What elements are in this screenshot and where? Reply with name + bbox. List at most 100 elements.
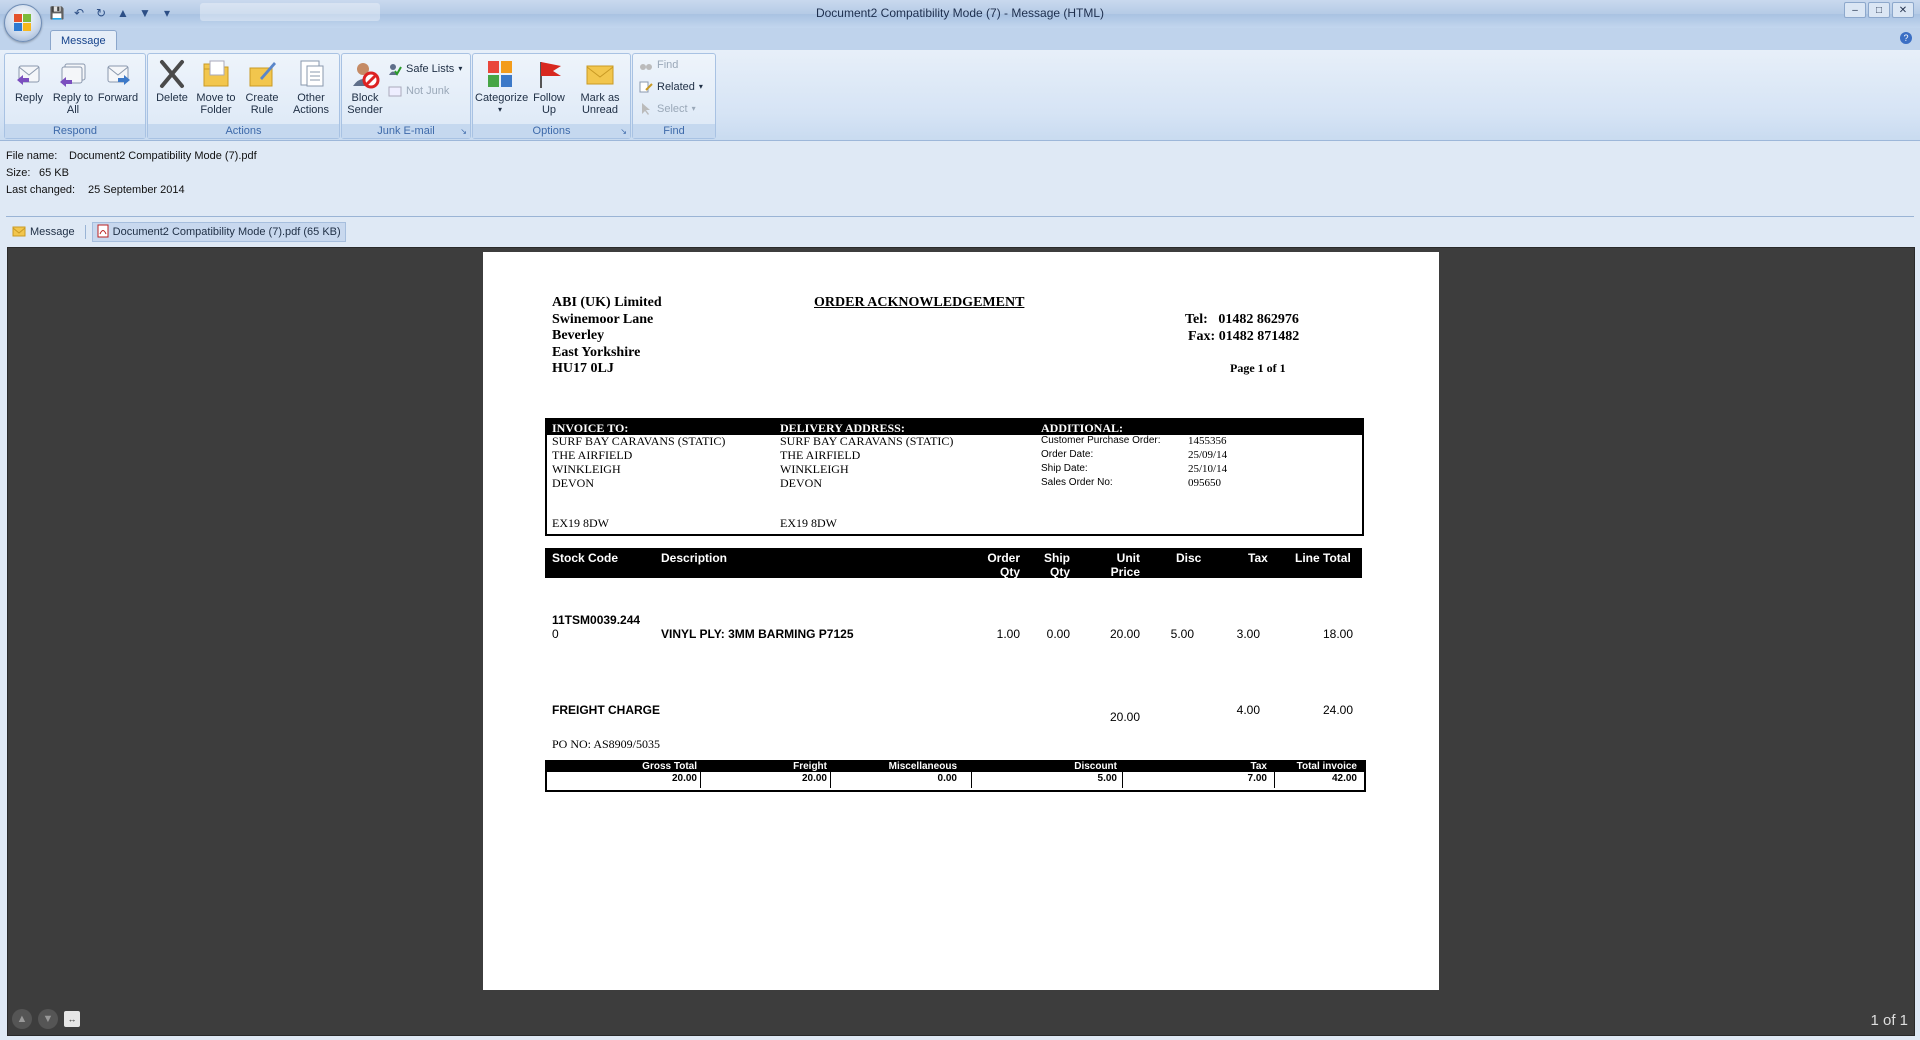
binoculars-icon <box>639 58 653 72</box>
fit-width-icon[interactable]: ↔ <box>64 1011 80 1027</box>
group-label-options: Options <box>473 124 630 138</box>
next-page-icon[interactable]: ▼ <box>38 1009 58 1029</box>
forward-button[interactable]: Forward <box>96 56 140 104</box>
freight-total: 24.00 <box>1322 703 1353 717</box>
total-invoice-value: 42.00 <box>1331 773 1357 784</box>
telephone: Tel: 01482 862976 <box>1185 312 1299 327</box>
previous-page-icon[interactable]: ▲ <box>12 1009 32 1029</box>
group-junk-email: Block Sender Safe Lists ▾ Not Junk Junk E… <box>341 53 471 139</box>
office-logo-icon <box>14 14 32 32</box>
fax: Fax: 01482 871482 <box>1188 329 1300 344</box>
office-button[interactable] <box>4 4 42 42</box>
junk-dialog-launcher-icon[interactable]: ↘ <box>460 127 467 136</box>
other-actions-icon <box>295 58 327 90</box>
address-box: INVOICE TO: DELIVERY ADDRESS: ADDITIONAL… <box>545 418 1364 536</box>
folder-icon <box>200 58 232 90</box>
window-title: Document2 Compatibility Mode (7) - Messa… <box>815 6 1105 20</box>
document-title: ORDER ACKNOWLEDGEMENT <box>814 295 1025 310</box>
find-button[interactable]: Find <box>639 56 678 74</box>
group-options: Categorize ▾ Follow Up Mark as Unread Op… <box>472 53 631 139</box>
item-ship-qty: 0.00 <box>1046 627 1070 641</box>
item-order-qty: 1.00 <box>996 627 1020 641</box>
not-junk-button[interactable]: Not Junk <box>388 82 449 100</box>
total-invoice-label: Total invoice <box>1296 761 1357 772</box>
ribbon: Reply Reply to All Forward Respond Delet… <box>0 50 1920 141</box>
reply-all-icon <box>57 58 89 90</box>
forward-icon <box>102 58 134 90</box>
categorize-dropdown-icon: ▾ <box>497 105 502 114</box>
group-find: Find Related ▾ Select ▾ Find <box>632 53 716 139</box>
related-button[interactable]: Related ▾ <box>639 78 703 96</box>
options-dialog-launcher-icon[interactable]: ↘ <box>620 127 627 136</box>
group-label-junk: Junk E-mail <box>342 124 470 138</box>
group-label-actions: Actions <box>148 124 339 138</box>
gross-total-value: 20.00 <box>671 773 697 784</box>
block-sender-button[interactable]: Block Sender <box>343 56 387 116</box>
company-address: ABI (UK) Limited Swinemoor Lane Beverley… <box>552 295 662 376</box>
gross-total-label: Gross Total <box>642 761 697 772</box>
file-info: File name: Document2 Compatibility Mode (… <box>6 150 257 196</box>
block-sender-icon <box>349 58 381 90</box>
divider <box>84 225 86 239</box>
freight-price: 20.00 <box>1109 710 1140 724</box>
ship-date-value: 25/10/14 <box>1188 463 1228 475</box>
tax-total-label: Tax <box>1250 761 1268 772</box>
file-size: 65 KB <box>39 167 69 179</box>
help-icon[interactable]: ? <box>1900 32 1912 44</box>
divider <box>6 216 1914 217</box>
title-bar: 💾 ↶ ↻ ▲ ▼ ▾ Document2 Compatibility Mode… <box>0 0 1920 28</box>
close-button[interactable]: ✕ <box>1892 2 1914 18</box>
group-label-find: Find <box>633 124 715 138</box>
move-to-folder-button[interactable]: Move to Folder <box>194 56 238 116</box>
message-attachment-tab[interactable]: Message <box>8 223 79 241</box>
delete-icon <box>156 58 188 90</box>
pdf-icon <box>97 224 109 241</box>
group-label-respond: Respond <box>5 124 145 138</box>
reply-all-button[interactable]: Reply to All <box>51 56 95 116</box>
preview-nav: ▲ ▼ ↔ <box>12 1009 80 1029</box>
select-button[interactable]: Select ▾ <box>639 100 696 118</box>
attachment-preview[interactable]: ABI (UK) Limited Swinemoor Lane Beverley… <box>7 247 1915 1036</box>
pdf-page: ABI (UK) Limited Swinemoor Lane Beverley… <box>483 252 1439 990</box>
order-date-value: 25/09/14 <box>1188 449 1228 461</box>
discount-label: Discount <box>1074 761 1117 772</box>
safe-lists-icon <box>388 62 402 76</box>
freight-label: FREIGHT CHARGE <box>552 703 660 717</box>
reply-button[interactable]: Reply <box>7 56 51 104</box>
tab-message[interactable]: Message <box>50 30 117 51</box>
additional-labels: Customer Purchase Order: Order Date: Shi… <box>1041 435 1161 488</box>
item-description: VINYL PLY: 3MM BARMING P7125 <box>661 627 854 641</box>
other-actions-button[interactable]: Other Actions <box>286 56 336 116</box>
categorize-icon <box>484 58 516 90</box>
pdf-attachment-tab[interactable]: Document2 Compatibility Mode (7).pdf (65… <box>91 222 346 242</box>
minimize-button[interactable]: – <box>1844 2 1866 18</box>
misc-label: Miscellaneous <box>888 761 957 772</box>
not-junk-icon <box>388 84 402 98</box>
freight-tax: 4.00 <box>1236 703 1260 717</box>
file-name: Document2 Compatibility Mode (7).pdf <box>69 150 257 162</box>
invoice-postcode: EX19 8DW <box>552 516 609 530</box>
discount-value: 5.00 <box>1097 773 1117 784</box>
freight-total-label: Freight <box>793 761 827 772</box>
flag-icon <box>533 58 565 90</box>
envelope-icon <box>12 225 26 240</box>
delete-button[interactable]: Delete <box>150 56 194 104</box>
group-respond: Reply Reply to All Forward Respond <box>4 53 146 139</box>
create-rule-button[interactable]: Create Rule <box>240 56 284 116</box>
delivery-postcode: EX19 8DW <box>780 516 837 530</box>
categorize-button[interactable]: Categorize ▾ <box>475 56 528 116</box>
maximize-button[interactable]: □ <box>1868 2 1890 18</box>
items-table-header: Stock Code Description Order Qty Ship Qty … <box>545 548 1362 579</box>
mark-unread-icon <box>584 58 616 90</box>
sales-order-value: 095650 <box>1188 477 1221 489</box>
safe-lists-button[interactable]: Safe Lists ▾ <box>388 60 462 78</box>
mark-as-unread-button[interactable]: Mark as Unread <box>575 56 625 116</box>
page-number: Page 1 of 1 <box>1230 361 1286 375</box>
page-count: 1 of 1 <box>1870 1012 1908 1029</box>
delivery-address: SURF BAY CARAVANS (STATIC) THE AIRFIELD … <box>780 434 954 490</box>
attachment-bar: Message Document2 Compatibility Mode (7)… <box>8 222 346 242</box>
freight-total-value: 20.00 <box>801 773 827 784</box>
totals-table: Gross Total Freight Miscellaneous Discou… <box>545 760 1366 792</box>
follow-up-button[interactable]: Follow Up <box>527 56 571 116</box>
misc-value: 0.00 <box>937 773 957 784</box>
